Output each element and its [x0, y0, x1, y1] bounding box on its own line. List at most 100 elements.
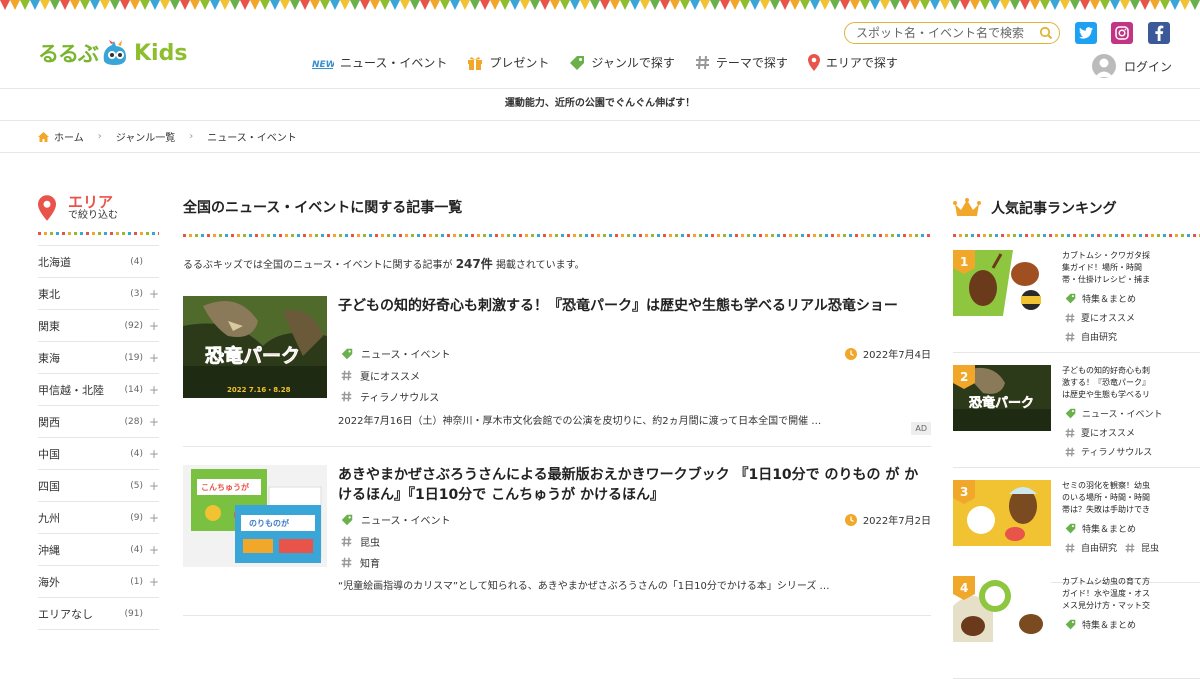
- tag-label: 昆虫: [1141, 544, 1160, 554]
- article-title[interactable]: あきやまかぜさぶろうさんによる最新版おえかきワークブック 『1日10分で のりも…: [338, 465, 931, 505]
- hashtag-icon: [1065, 313, 1075, 322]
- nav-genre[interactable]: ジャンルで探す: [569, 54, 675, 71]
- ranking-thumbnail[interactable]: 1: [953, 250, 1051, 316]
- count-prefix: るるぶキッズでは全国のニュース・イベントに関する記事が: [183, 260, 453, 271]
- theme-tag[interactable]: 夏にオススメ: [1065, 426, 1135, 439]
- login-button[interactable]: ログイン: [1092, 54, 1172, 78]
- sidebar-area-item[interactable]: 海外 (1) +: [38, 566, 159, 598]
- expand-plus-icon[interactable]: +: [149, 479, 159, 493]
- sidebar-area-item[interactable]: エリアなし (91): [38, 598, 159, 630]
- login-label: ログイン: [1124, 59, 1173, 74]
- pin-icon: [38, 195, 56, 221]
- article-item[interactable]: 恐竜パーク 2022 7.16・8.28 子どもの知的好奇心も刺激する！『恐竜パ…: [183, 296, 931, 447]
- hashtag-icon: [1065, 428, 1075, 437]
- ranking-item[interactable]: 3 セミの羽化を観察！幼虫のいる場所・時間・時間帯は？失敗は手助けできる？ 特集＆ま…: [953, 480, 1200, 583]
- ranking-article-title[interactable]: カブトムシ幼虫の育て方ガイド！水や温度・オスメス見分け方・マット交換の時: [1062, 576, 1150, 612]
- nav-present[interactable]: プレゼント: [467, 54, 549, 71]
- theme-tag[interactable]: 自由研究: [1065, 541, 1117, 554]
- tag-icon: [1065, 523, 1076, 534]
- expand-plus-icon[interactable]: +: [149, 351, 159, 365]
- expand-plus-icon[interactable]: +: [149, 575, 159, 589]
- news-badge-text: NEWS: [312, 60, 334, 69]
- site-logo[interactable]: るるぶ Kids: [38, 36, 187, 70]
- home-icon: [38, 131, 49, 142]
- ranking-item[interactable]: 恐竜パーク2 子どもの知的好奇心も刺激する！『恐竜パーク』は歴史や生態も学べるリア…: [953, 365, 1200, 468]
- genre-tag[interactable]: ニュース・イベント: [1065, 407, 1163, 420]
- expand-plus-icon[interactable]: +: [149, 383, 159, 397]
- nav-news[interactable]: NEWS ニュース・イベント: [312, 54, 447, 71]
- sidebar-area-item[interactable]: 東北 (3) +: [38, 278, 159, 310]
- area-count: (5): [130, 480, 143, 491]
- ranking-article-title[interactable]: カブトムシ・クワガタ採集ガイド！場所・時間帯・仕掛けレシピ・捕まえ方・飼: [1062, 250, 1150, 286]
- gift-icon: [468, 56, 483, 70]
- sidebar-area-item[interactable]: 四国 (5) +: [38, 470, 159, 502]
- sidebar-area-item[interactable]: 甲信越・北陸 (14) +: [38, 374, 159, 406]
- promo-text: 運動能力、近所の公園でぐんぐん伸ばす！: [504, 98, 696, 109]
- ranking-article-title[interactable]: 子どもの知的好奇心も刺激する！『恐竜パーク』は歴史や生態も学べるリアル恐: [1062, 365, 1150, 401]
- logo-text: るるぶ: [38, 42, 99, 66]
- ranking-thumbnail[interactable]: 恐竜パーク2: [953, 365, 1051, 431]
- twitter-icon[interactable]: [1075, 22, 1097, 44]
- facebook-icon[interactable]: [1148, 22, 1170, 44]
- dotted-divider: [38, 232, 159, 235]
- hashtag-icon: [341, 370, 352, 381]
- sidebar-area-item[interactable]: 中国 (4) +: [38, 438, 159, 470]
- article-thumbnail[interactable]: 恐竜パーク 2022 7.16・8.28: [183, 296, 327, 398]
- ranking-item[interactable]: 1 カブトムシ・クワガタ採集ガイド！場所・時間帯・仕掛けレシピ・捕まえ方・飼特集＆…: [953, 250, 1200, 353]
- theme-tag[interactable]: 知育: [341, 555, 380, 570]
- ranking-item[interactable]: 4 カブトムシ幼虫の育て方ガイド！水や温度・オスメス見分け方・マット交換の時特集＆…: [953, 576, 1200, 679]
- article-thumbnail[interactable]: こんちゅうが のりものが: [183, 465, 327, 567]
- theme-tag[interactable]: 夏にオススメ: [341, 368, 420, 383]
- breadcrumb-home[interactable]: ホーム: [54, 129, 84, 144]
- search-input[interactable]: [854, 25, 1038, 41]
- area-name: 中国: [38, 447, 60, 461]
- ranking-thumbnail[interactable]: 3: [953, 480, 1051, 546]
- ranking-section: 人気記事ランキング 1 カブトムシ・クワガタ採集ガイド！場所・時間帯・仕掛けレシピ…: [953, 190, 1200, 679]
- crown-icon: [953, 198, 981, 216]
- theme-label: 昆虫: [360, 538, 380, 549]
- ranking-article-title[interactable]: セミの羽化を観察！幼虫のいる場所・時間・時間帯は？失敗は手助けできる？: [1062, 480, 1150, 516]
- sidebar-area-item[interactable]: 九州 (9) +: [38, 502, 159, 534]
- theme-tag[interactable]: 自由研究: [1065, 330, 1117, 343]
- theme-tag[interactable]: ティラノサウルス: [341, 389, 439, 404]
- theme-tag[interactable]: ティラノサウルス: [1065, 445, 1152, 458]
- ranking-thumbnail[interactable]: 4: [953, 576, 1051, 642]
- sidebar-area-item[interactable]: 東海 (19) +: [38, 342, 159, 374]
- expand-plus-icon[interactable]: +: [149, 319, 159, 333]
- hashtag-icon: [341, 557, 352, 568]
- nav-theme[interactable]: テーマで探す: [695, 54, 788, 71]
- nav-area[interactable]: エリアで探す: [807, 54, 898, 71]
- sidebar-area-item[interactable]: 沖縄 (4) +: [38, 534, 159, 566]
- expand-plus-icon[interactable]: +: [149, 287, 159, 301]
- article-title[interactable]: 子どもの知的好奇心も刺激する！『恐竜パーク』は歴史や生態も学べるリアル恐竜ショー: [338, 296, 931, 316]
- sidebar-area-item[interactable]: 北海道 (4): [38, 246, 159, 278]
- genre-tag[interactable]: 特集＆まとめ: [1065, 292, 1136, 305]
- area-name: 関西: [38, 415, 60, 429]
- genre-tag[interactable]: ニュース・イベント: [341, 512, 451, 527]
- sidebar-area-item[interactable]: 関東 (92) +: [38, 310, 159, 342]
- expand-plus-icon[interactable]: +: [149, 511, 159, 525]
- sidebar-title: エリア: [68, 192, 114, 211]
- area-name: 北海道: [38, 255, 71, 269]
- genre-tag[interactable]: 特集＆まとめ: [1065, 618, 1136, 631]
- expand-plus-icon[interactable]: +: [149, 543, 159, 557]
- tag-label: 自由研究: [1081, 544, 1118, 554]
- theme-tag[interactable]: 昆虫: [341, 534, 380, 549]
- instagram-icon[interactable]: [1111, 22, 1133, 44]
- promo-banner[interactable]: 運動能力、近所の公園でぐんぐん伸ばす！: [0, 89, 1200, 121]
- search-icon[interactable]: [1039, 26, 1053, 40]
- area-count: (28): [124, 416, 143, 427]
- sidebar-area-item[interactable]: 関西 (28) +: [38, 406, 159, 438]
- article-item[interactable]: こんちゅうが のりものが あきやまかぜさぶろうさんによる最新版おえかきワークブッ…: [183, 465, 931, 616]
- genre-tag[interactable]: ニュース・イベント: [341, 346, 451, 361]
- tag-label: 自由研究: [1081, 333, 1118, 343]
- expand-plus-icon[interactable]: +: [149, 415, 159, 429]
- genre-tag[interactable]: 特集＆まとめ: [1065, 522, 1136, 535]
- expand-plus-icon[interactable]: +: [149, 447, 159, 461]
- theme-tag[interactable]: 夏にオススメ: [1065, 311, 1135, 324]
- breadcrumb-genre[interactable]: ジャンル一覧: [116, 129, 176, 144]
- theme-tag[interactable]: 昆虫: [1125, 541, 1159, 554]
- clock-icon: [844, 513, 857, 526]
- area-sidebar: エリア で絞り込む 北海道 (4) 東北 (3) + 関東 (92) + 東海 (19) + 甲信越・…: [38, 190, 159, 630]
- logo-face-icon: [103, 40, 126, 65]
